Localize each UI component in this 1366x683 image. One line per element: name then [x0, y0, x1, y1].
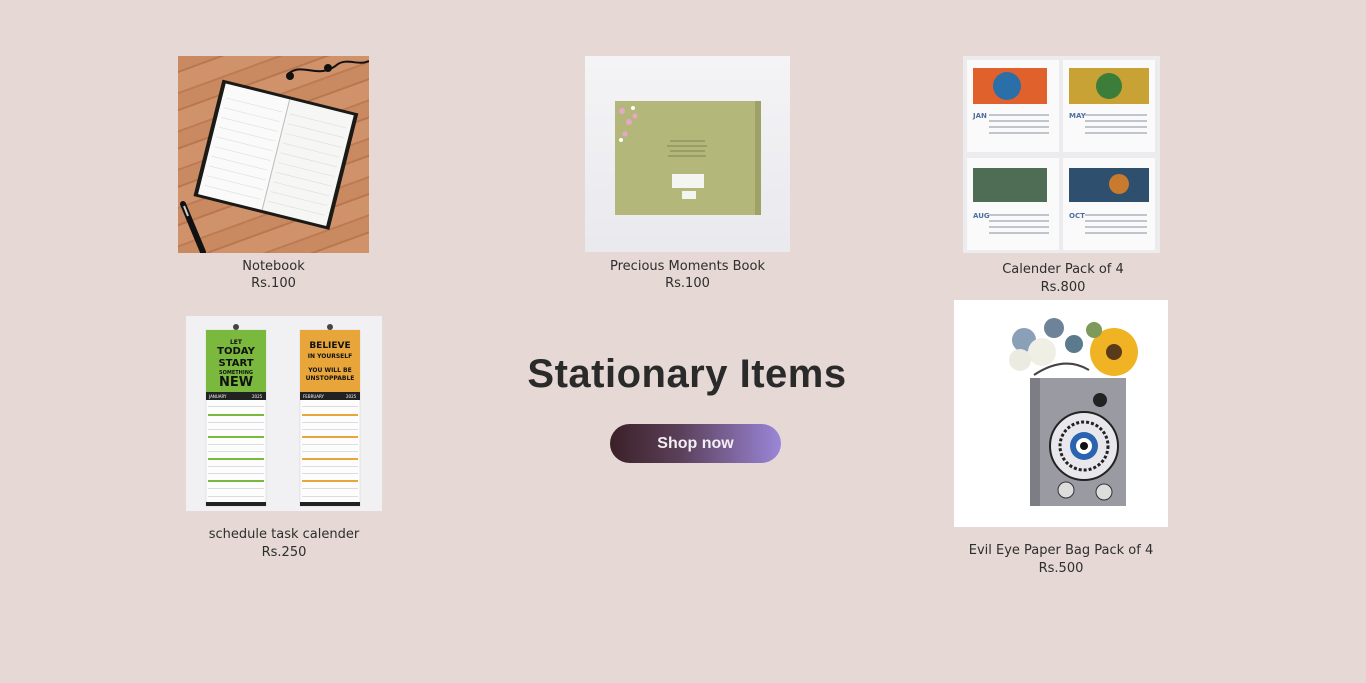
schedule-text-let: LET	[230, 339, 243, 346]
product-name[interactable]: Calender Pack of 4	[963, 262, 1163, 277]
schedule-text-2025-left: 2025	[252, 394, 263, 399]
product-price: Rs.250	[261, 545, 307, 560]
precious-moments-book-image[interactable]	[585, 56, 790, 252]
schedule-text-you-will-be: YOU WILL BE	[307, 367, 351, 374]
product-price: Rs.500	[1038, 561, 1084, 576]
product-name[interactable]: Precious Moments Book	[585, 259, 790, 274]
schedule-text-february: FEBRUARY	[303, 394, 325, 399]
calendar-month-oct: OCT	[1069, 212, 1085, 220]
product-price: Rs.800	[1040, 280, 1086, 295]
schedule-text-start: START	[218, 358, 253, 369]
shop-now-button[interactable]: Shop now	[610, 424, 781, 463]
page-title: Stationary Items	[527, 352, 847, 396]
schedule-text-unstoppable: UNSTOPPABLE	[306, 375, 355, 382]
calendar-month-jan: JAN	[972, 112, 987, 120]
schedule-text-in-yourself: IN YOURSELF	[308, 353, 352, 360]
product-card-schedule-task-calender[interactable]: LET TODAY START SOMETHING NEW BELIEVE IN…	[186, 316, 382, 566]
evil-eye-paper-bag-image[interactable]	[954, 300, 1168, 527]
schedule-text-today: TODAY	[217, 346, 255, 357]
schedule-text-january: JANUARY	[208, 394, 227, 399]
schedule-text-2025-right: 2025	[346, 394, 357, 399]
schedule-text-believe: BELIEVE	[309, 341, 350, 351]
calendar-month-may: MAY	[1069, 112, 1087, 120]
product-name[interactable]: Notebook	[178, 259, 369, 274]
product-card-evil-eye-paper-bag[interactable]: Evil Eye Paper Bag Pack of 4 Rs.500	[954, 300, 1168, 580]
product-card-precious-moments-book[interactable]: Precious Moments Book Rs.100	[585, 56, 790, 296]
schedule-task-calender-image[interactable]: LET TODAY START SOMETHING NEW BELIEVE IN…	[186, 316, 382, 511]
product-name[interactable]: schedule task calender	[176, 527, 392, 542]
notebook-image[interactable]	[178, 56, 369, 253]
product-price: Rs.100	[251, 276, 296, 291]
product-name[interactable]: Evil Eye Paper Bag Pack of 4	[944, 543, 1178, 558]
product-price: Rs.100	[665, 276, 710, 291]
product-card-calender-pack[interactable]: JAN MAY AUG OCT Calender Pack of 4 Rs.80…	[963, 56, 1163, 301]
product-card-notebook[interactable]: Notebook Rs.100	[178, 56, 369, 296]
calender-pack-image[interactable]: JAN MAY AUG OCT	[963, 56, 1160, 253]
schedule-text-new: NEW	[219, 375, 253, 390]
calendar-month-aug: AUG	[973, 212, 990, 220]
